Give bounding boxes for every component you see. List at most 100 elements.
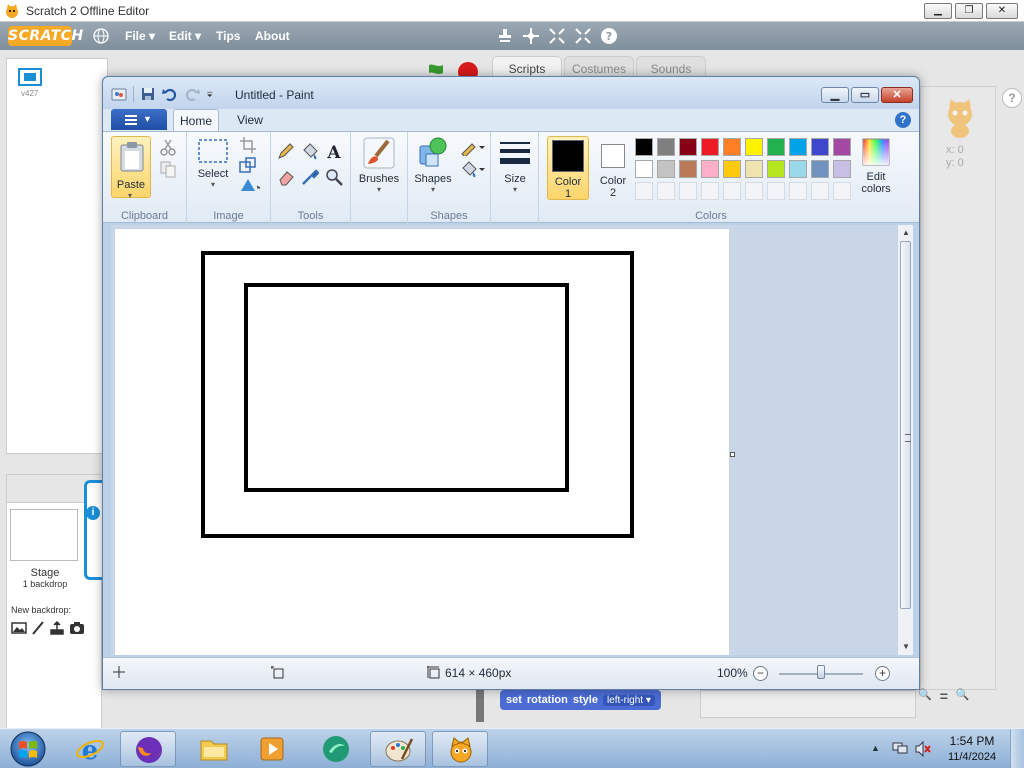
- paint-help-icon[interactable]: ?: [895, 112, 911, 128]
- windows-start-button[interactable]: [4, 730, 52, 768]
- palette-swatch[interactable]: [789, 138, 807, 156]
- paint-backdrop-icon[interactable]: [11, 621, 27, 635]
- palette-swatch[interactable]: [635, 138, 653, 156]
- palette-swatch[interactable]: [679, 160, 697, 178]
- palette-swatch[interactable]: [723, 160, 741, 178]
- menu-edit[interactable]: Edit ▾: [169, 29, 201, 43]
- paint-app-menu-button[interactable]: ▼: [111, 109, 167, 130]
- menu-file[interactable]: File ▾: [125, 29, 155, 43]
- custom-color-slot[interactable]: [745, 182, 763, 200]
- customize-quick-access-icon[interactable]: [206, 86, 216, 102]
- tab-home[interactable]: Home: [173, 109, 219, 131]
- outline-icon[interactable]: [460, 138, 486, 156]
- paint-close-button[interactable]: ✕: [881, 87, 913, 103]
- resize-icon[interactable]: [239, 156, 257, 174]
- clock-time[interactable]: 1:54 PM: [946, 734, 998, 748]
- custom-color-slot[interactable]: [723, 182, 741, 200]
- fill-icon[interactable]: [460, 160, 486, 178]
- zoom-in-button[interactable]: +: [875, 666, 890, 681]
- fill-bucket-icon[interactable]: [301, 142, 319, 160]
- scripts-horizontal-scrollbar[interactable]: [700, 690, 916, 718]
- shrink-icon[interactable]: [574, 27, 592, 45]
- close-button[interactable]: ✕: [986, 3, 1018, 19]
- network-icon[interactable]: [892, 741, 908, 755]
- custom-color-slot[interactable]: [701, 182, 719, 200]
- delete-cut-icon[interactable]: [522, 27, 540, 45]
- scroll-up-arrow-icon[interactable]: ▲: [898, 226, 914, 240]
- undo-icon[interactable]: [162, 86, 178, 102]
- custom-color-slot[interactable]: [767, 182, 785, 200]
- crop-icon[interactable]: [239, 136, 257, 154]
- brushes-button[interactable]: Brushes ▾: [353, 136, 405, 198]
- cut-icon[interactable]: [159, 138, 177, 156]
- custom-color-slot[interactable]: [635, 182, 653, 200]
- zoom-out-button[interactable]: −: [753, 666, 768, 681]
- taskbar-file-explorer[interactable]: [186, 731, 242, 767]
- select-button[interactable]: Select ▾: [193, 138, 233, 194]
- show-desktop-button[interactable]: [1010, 729, 1024, 768]
- maximize-button[interactable]: ❐: [955, 3, 983, 19]
- zoom-out-icon[interactable]: 🔍: [918, 688, 932, 704]
- palette-swatch[interactable]: [811, 138, 829, 156]
- stage-thumbnail[interactable]: [10, 509, 78, 561]
- palette-swatch[interactable]: [767, 138, 785, 156]
- menu-about[interactable]: About: [255, 29, 290, 43]
- palette-swatch[interactable]: [701, 160, 719, 178]
- redo-icon[interactable]: [184, 86, 200, 102]
- palette-swatch[interactable]: [723, 138, 741, 156]
- grow-icon[interactable]: [548, 27, 566, 45]
- duplicate-stamp-icon[interactable]: [496, 27, 514, 45]
- globe-icon[interactable]: [93, 28, 109, 44]
- magnifier-icon[interactable]: [325, 168, 343, 186]
- paint-minimize-button[interactable]: ▁: [821, 87, 849, 103]
- color2-button[interactable]: Color 2: [593, 136, 633, 200]
- palette-swatch[interactable]: [657, 160, 675, 178]
- canvas-resize-handle[interactable]: [730, 452, 735, 457]
- scrollbar-thumb[interactable]: [900, 241, 911, 609]
- fullscreen-icon[interactable]: [17, 67, 43, 87]
- palette-swatch[interactable]: [745, 160, 763, 178]
- clock-date[interactable]: 11/4/2024: [946, 751, 998, 763]
- palette-swatch[interactable]: [833, 160, 851, 178]
- paint-maximize-button[interactable]: ▭: [851, 87, 879, 103]
- canvas-vertical-scrollbar[interactable]: ▲ ▼: [897, 225, 913, 655]
- block-help-icon[interactable]: ?: [600, 27, 618, 45]
- zoom-in-icon[interactable]: 🔍: [956, 688, 970, 704]
- eraser-icon[interactable]: [277, 168, 295, 186]
- minimize-button[interactable]: ▁: [924, 3, 952, 19]
- show-hidden-icons-arrow-icon[interactable]: ▲: [871, 743, 880, 753]
- taskbar-media-player[interactable]: [244, 731, 300, 767]
- save-icon[interactable]: [140, 86, 156, 102]
- paint-app-icon[interactable]: [111, 86, 127, 102]
- copy-icon[interactable]: [159, 160, 177, 178]
- shapes-button[interactable]: Shapes ▾: [410, 136, 456, 198]
- paste-button[interactable]: Paste ▾: [111, 136, 151, 200]
- custom-color-slot[interactable]: [679, 182, 697, 200]
- palette-swatch[interactable]: [657, 138, 675, 156]
- palette-swatch[interactable]: [767, 160, 785, 178]
- palette-swatch[interactable]: [833, 138, 851, 156]
- selected-sprite-thumbnail[interactable]: [84, 480, 104, 580]
- tab-view[interactable]: View: [227, 109, 273, 131]
- color-picker-icon[interactable]: [301, 168, 319, 186]
- text-icon[interactable]: A: [325, 142, 343, 160]
- color1-button[interactable]: Color 1: [547, 136, 589, 200]
- edit-colors-button[interactable]: Edit colors: [855, 136, 897, 200]
- taskbar-paint[interactable]: [370, 731, 426, 767]
- size-button[interactable]: Size ▾: [495, 136, 535, 198]
- palette-swatch[interactable]: [811, 160, 829, 178]
- palette-swatch[interactable]: [679, 138, 697, 156]
- custom-color-slot[interactable]: [789, 182, 807, 200]
- drawing-canvas[interactable]: [115, 229, 729, 655]
- custom-color-slot[interactable]: [833, 182, 851, 200]
- custom-color-slot[interactable]: [657, 182, 675, 200]
- palette-swatch[interactable]: [745, 138, 763, 156]
- set-rotation-style-block[interactable]: set rotation style left-right ▾: [500, 690, 661, 710]
- scroll-down-arrow-icon[interactable]: ▼: [898, 640, 914, 654]
- rotate-icon[interactable]: [239, 176, 263, 194]
- camera-icon[interactable]: [69, 621, 85, 635]
- volume-muted-icon[interactable]: [914, 741, 932, 757]
- palette-swatch[interactable]: [701, 138, 719, 156]
- palette-swatch[interactable]: [789, 160, 807, 178]
- menu-tips[interactable]: Tips: [216, 29, 240, 43]
